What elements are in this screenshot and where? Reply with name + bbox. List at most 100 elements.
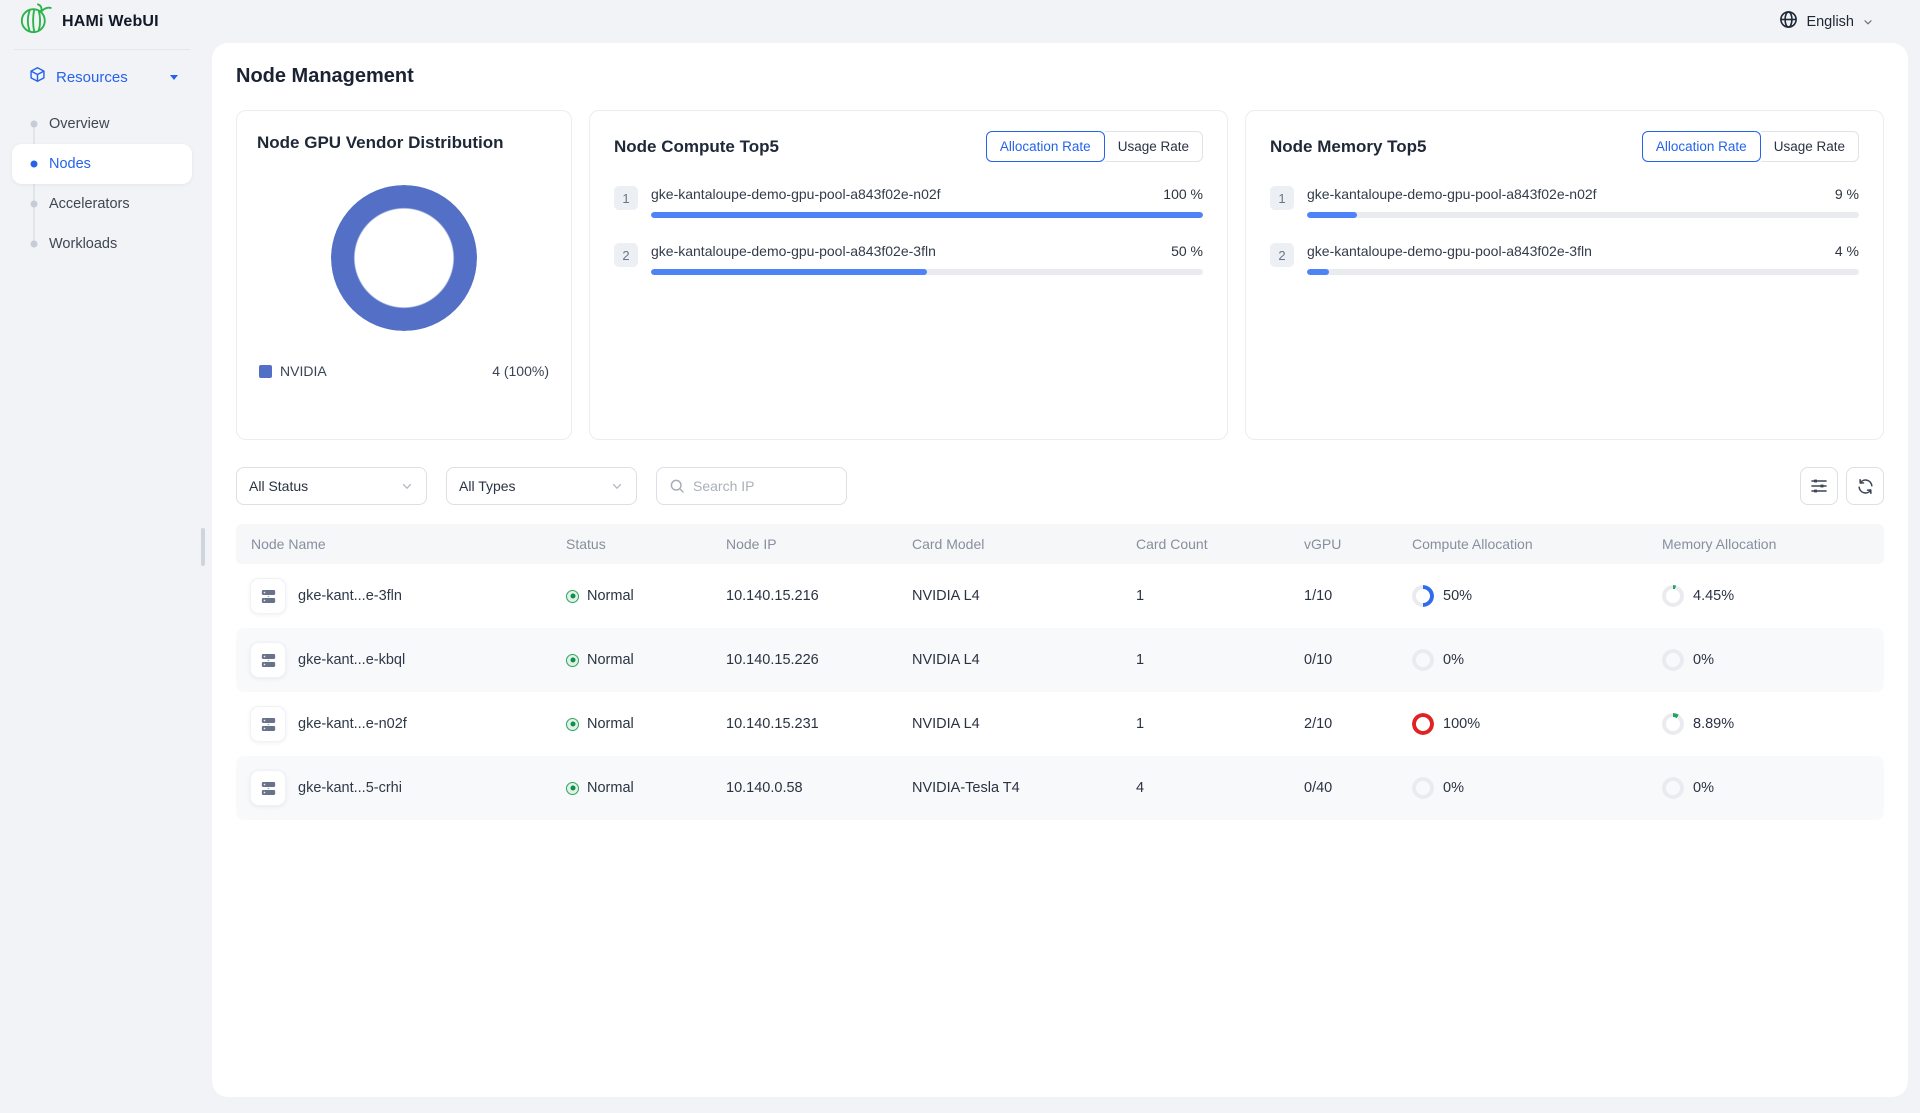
list-item: 1 gke-kantaloupe-demo-gpu-pool-a843f02e-…: [1270, 186, 1859, 218]
column-settings-button[interactable]: [1800, 467, 1838, 505]
node-name: gke-kantaloupe-demo-gpu-pool-a843f02e-3f…: [1307, 243, 1592, 259]
rate-value: 4 %: [1835, 243, 1859, 259]
status-label: Normal: [587, 588, 634, 604]
status-normal-icon: [566, 590, 579, 603]
chevron-down-icon: [610, 479, 624, 493]
usage-rate-button[interactable]: Usage Rate: [1105, 131, 1203, 162]
caret-down-icon: [170, 75, 178, 80]
node-name: gke-kantaloupe-demo-gpu-pool-a843f02e-n0…: [651, 186, 941, 202]
progress-fill: [1307, 212, 1357, 218]
rate-value: 50 %: [1171, 243, 1203, 259]
card-model: NVIDIA-Tesla T4: [912, 780, 1136, 796]
compute-allocation-ring: [1412, 713, 1434, 735]
compute-rate-toggle: Allocation Rate Usage Rate: [986, 131, 1203, 162]
vgpu-value: 0/40: [1304, 780, 1412, 796]
memory-allocation-ring: [1662, 585, 1684, 607]
progress-track: [1307, 269, 1859, 275]
rate-value: 9 %: [1835, 186, 1859, 202]
legend-value: 4 (100%): [492, 363, 549, 379]
sidebar-item-workloads[interactable]: Workloads: [12, 224, 192, 264]
list-item: 2 gke-kantaloupe-demo-gpu-pool-a843f02e-…: [614, 243, 1203, 275]
app-title: HAMi WebUI: [62, 13, 159, 31]
node-name-link[interactable]: gke-kant...e-3fln: [298, 588, 402, 604]
legend-label: NVIDIA: [280, 363, 327, 379]
node-name-link[interactable]: gke-kant...e-kbql: [298, 652, 405, 668]
table-header-row: Node Name Status Node IP Card Model Card…: [236, 524, 1884, 564]
status-label: Normal: [587, 652, 634, 668]
gpu-node-icon: [259, 587, 278, 606]
memory-top5-list: 1 gke-kantaloupe-demo-gpu-pool-a843f02e-…: [1270, 186, 1859, 275]
donut-ring: [331, 185, 477, 331]
globe-icon: [1779, 10, 1798, 34]
tree-dot-icon: [31, 201, 38, 208]
memory-allocation-value: 0%: [1693, 780, 1714, 796]
rank-badge: 1: [614, 186, 638, 210]
memory-allocation-value: 0%: [1693, 652, 1714, 668]
search-ip-box: [656, 467, 847, 505]
status-normal-icon: [566, 654, 579, 667]
node-name-link[interactable]: gke-kant...e-n02f: [298, 716, 407, 732]
sidebar-item-nodes[interactable]: Nodes: [12, 144, 192, 184]
sidebar-divider: [14, 49, 190, 50]
table-row[interactable]: gke-kant...e-n02f Normal 10.140.15.231 N…: [236, 692, 1884, 756]
card-gpu-vendor-distribution: Node GPU Vendor Distribution NVIDIA 4 (1…: [236, 110, 572, 440]
sidebar-resize-handle[interactable]: [201, 528, 205, 566]
status-filter-select[interactable]: All Status: [236, 467, 427, 505]
progress-track: [651, 212, 1203, 218]
sidebar-item-label: Nodes: [49, 156, 91, 172]
item-body: gke-kantaloupe-demo-gpu-pool-a843f02e-n0…: [1307, 186, 1859, 218]
summary-cards-row: Node GPU Vendor Distribution NVIDIA 4 (1…: [236, 110, 1884, 440]
node-ip: 10.140.15.226: [726, 652, 912, 668]
node-name: gke-kantaloupe-demo-gpu-pool-a843f02e-3f…: [651, 243, 936, 259]
card-count: 4: [1136, 780, 1304, 796]
memory-allocation-value: 8.89%: [1693, 716, 1734, 732]
memory-allocation-value: 4.45%: [1693, 588, 1734, 604]
card-count: 1: [1136, 716, 1304, 732]
gpu-node-icon: [259, 651, 278, 670]
sidebar-section-resources[interactable]: Resources: [0, 60, 204, 94]
rank-badge: 1: [1270, 186, 1294, 210]
sidebar-item-overview[interactable]: Overview: [12, 104, 192, 144]
progress-fill: [651, 212, 1203, 218]
gpu-node-icon: [259, 715, 278, 734]
refresh-button[interactable]: [1846, 467, 1884, 505]
nodes-table: Node Name Status Node IP Card Model Card…: [236, 524, 1884, 820]
status-label: Normal: [587, 780, 634, 796]
list-item: 2 gke-kantaloupe-demo-gpu-pool-a843f02e-…: [1270, 243, 1859, 275]
chevron-down-icon: [1862, 16, 1874, 28]
topbar: English: [204, 0, 1920, 43]
card-header: Node Compute Top5 Allocation Rate Usage …: [614, 131, 1203, 162]
node-icon-box: [250, 578, 286, 614]
sidebar-section-label: Resources: [56, 69, 128, 86]
column-header: Node Name: [236, 536, 566, 552]
column-header: Status: [566, 536, 726, 552]
sidebar-item-label: Workloads: [49, 236, 117, 252]
sidebar-item-label: Accelerators: [49, 196, 130, 212]
status-normal-icon: [566, 718, 579, 731]
card-model: NVIDIA L4: [912, 716, 1136, 732]
status-normal-icon: [566, 782, 579, 795]
table-row[interactable]: gke-kant...e-3fln Normal 10.140.15.216 N…: [236, 564, 1884, 628]
sidebar-item-label: Overview: [49, 116, 109, 132]
allocation-rate-button[interactable]: Allocation Rate: [986, 131, 1105, 162]
allocation-rate-button[interactable]: Allocation Rate: [1642, 131, 1761, 162]
sidebar-item-accelerators[interactable]: Accelerators: [12, 184, 192, 224]
rank-badge: 2: [614, 243, 638, 267]
node-name-link[interactable]: gke-kant...5-crhi: [298, 780, 402, 796]
memory-allocation-ring: [1662, 649, 1684, 671]
compute-allocation-ring: [1412, 649, 1434, 671]
compute-allocation-value: 100%: [1443, 716, 1480, 732]
table-row[interactable]: gke-kant...5-crhi Normal 10.140.0.58 NVI…: [236, 756, 1884, 820]
language-selector[interactable]: English: [1779, 10, 1874, 34]
progress-fill: [651, 269, 927, 275]
node-icon-box: [250, 642, 286, 678]
type-filter-select[interactable]: All Types: [446, 467, 637, 505]
card-model: NVIDIA L4: [912, 652, 1136, 668]
rate-value: 100 %: [1163, 186, 1203, 202]
table-row[interactable]: gke-kant...e-kbql Normal 10.140.15.226 N…: [236, 628, 1884, 692]
hami-logo-icon: [18, 2, 52, 41]
usage-rate-button[interactable]: Usage Rate: [1761, 131, 1859, 162]
search-ip-input[interactable]: [693, 478, 834, 494]
gpu-node-icon: [259, 779, 278, 798]
compute-top5-list: 1 gke-kantaloupe-demo-gpu-pool-a843f02e-…: [614, 186, 1203, 275]
